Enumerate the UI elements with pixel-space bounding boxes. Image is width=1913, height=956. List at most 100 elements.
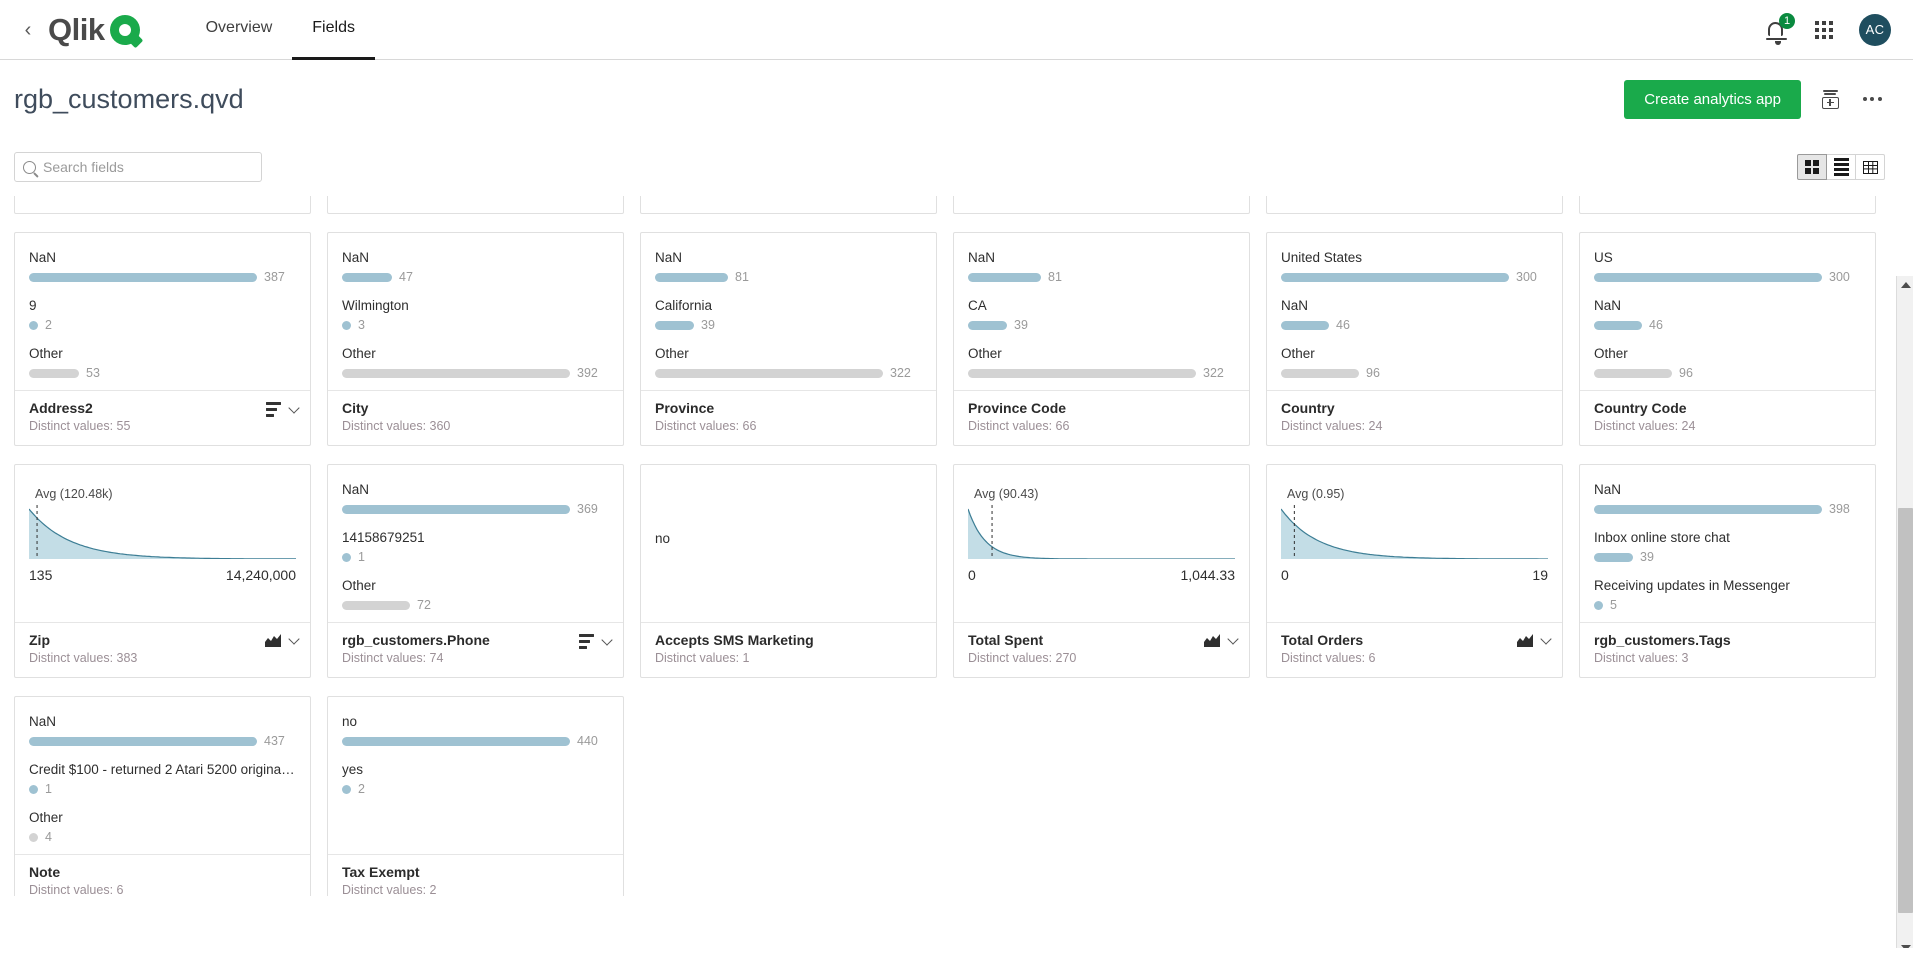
back-button[interactable]: ‹ <box>18 20 38 40</box>
value-bar <box>342 784 351 794</box>
distribution-chart-icon[interactable] <box>265 634 281 647</box>
field-card[interactable]: no 440 yes 2 Tax Exempt Distinct values: 2 <box>327 696 624 896</box>
chevron-down-icon[interactable] <box>1227 632 1239 645</box>
field-card-footer: Province Distinct values: 66 <box>641 390 936 445</box>
header-actions: Create analytics app <box>1624 79 1885 119</box>
card-footer-icons <box>1204 632 1239 647</box>
field-card-footer: rgb_customers.Phone Distinct values: 74 <box>328 622 623 677</box>
nav-tab-overview[interactable]: Overview <box>186 0 293 60</box>
value-row: 14158679251 1 <box>342 529 609 564</box>
distribution-max: 14,240,000 <box>225 567 296 583</box>
distribution-range: 0 1,044.33 <box>968 567 1235 583</box>
field-distinct-values: Distinct values: 74 <box>342 651 444 665</box>
value-bar-wrap: 96 <box>1594 366 1861 380</box>
field-card[interactable]: Distinct values: 21 <box>1266 196 1563 214</box>
create-analytics-app-button[interactable]: Create analytics app <box>1624 79 1801 119</box>
notifications-button[interactable]: 1 <box>1765 12 1795 45</box>
value-label: Receiving updates in Messenger <box>1594 578 1790 593</box>
distribution-min: 0 <box>968 567 976 583</box>
search-fields-box[interactable] <box>14 152 262 182</box>
field-card-body: no 440 yes 2 <box>328 697 623 854</box>
more-options-button[interactable] <box>1859 86 1885 112</box>
field-card-text: Address2 Distinct values: 55 <box>29 400 266 435</box>
value-bar <box>1594 504 1822 514</box>
distribution-chart-icon[interactable] <box>1204 634 1220 647</box>
field-card[interactable]: United States 300 NaN 46 Other 96 Country Disti… <box>1266 232 1563 446</box>
value-label: NaN <box>29 714 57 729</box>
nav-tab-fields[interactable]: Fields <box>292 0 375 60</box>
field-card[interactable]: NaN 81 CA 39 Other 322 Province Code Distinct v… <box>953 232 1250 446</box>
value-bar <box>968 320 1007 330</box>
bar-chart-icon[interactable] <box>579 634 594 650</box>
field-card[interactable]: Distinct values: 256 <box>14 196 311 214</box>
field-name: Zip <box>29 632 50 648</box>
field-card[interactable]: Avg (90.43) 0 1,044.33 Total Spent Distinct … <box>953 464 1250 678</box>
field-card[interactable]: NaN 398 Inbox online store chat 39 Receiving… <box>1579 464 1876 678</box>
value-row: NaN 47 <box>342 249 609 284</box>
value-bar-wrap: 2 <box>342 782 609 796</box>
bar-chart-icon[interactable] <box>266 402 281 418</box>
field-card[interactable]: NaN 387 9 2 Other 53 Address2 Distinct values: … <box>14 232 311 446</box>
field-card[interactable]: Avg (0.95) 0 19 Total Orders Distinct values… <box>1266 464 1563 678</box>
avatar[interactable]: AC <box>1859 13 1891 46</box>
vertical-scrollbar[interactable] <box>1896 276 1913 956</box>
field-card-text: Province Code Distinct values: 66 <box>968 400 1237 435</box>
field-card-body: Avg (0.95) 0 19 <box>1267 465 1562 622</box>
value-count: 1 <box>358 550 365 564</box>
value-bar-wrap: 369 <box>342 502 609 516</box>
chevron-down-icon[interactable] <box>288 401 300 414</box>
field-card[interactable]: Distinct values: 393 <box>1579 196 1876 214</box>
field-card[interactable]: no Accepts SMS Marketing Distinct values: … <box>640 464 937 678</box>
field-card-body: NaN 81 CA 39 Other 322 <box>954 233 1249 390</box>
value-bar-wrap: 39 <box>968 318 1235 332</box>
value-label: Inbox online store chat <box>1594 530 1730 545</box>
view-toggle-grid[interactable] <box>1797 154 1827 180</box>
field-card-footer: Total Spent Distinct values: 270 <box>954 622 1249 677</box>
view-toggle-list[interactable] <box>1826 154 1856 180</box>
value-bar-wrap: 81 <box>655 270 922 284</box>
value-count: 300 <box>1516 270 1537 284</box>
value-count: 4 <box>45 830 52 844</box>
value-label: Other <box>1281 346 1315 361</box>
value-count: 300 <box>1829 270 1850 284</box>
field-card[interactable]: Avg (120.48k) 135 14,240,000 Zip Distinct va… <box>14 464 311 678</box>
field-card-body: Avg (120.48k) 135 14,240,000 <box>15 465 310 622</box>
grid-view-icon <box>1805 160 1819 174</box>
value-bar <box>342 736 570 746</box>
value-bar-wrap: 2 <box>29 318 296 332</box>
value-bar <box>655 320 694 330</box>
field-card[interactable]: US 300 NaN 46 Other 96 Country Code Distinct va… <box>1579 232 1876 446</box>
distribution-chart-icon[interactable] <box>1517 634 1533 647</box>
distribution-max: 1,044.33 <box>1180 567 1236 583</box>
chevron-down-icon[interactable] <box>288 632 300 645</box>
view-toggle-group <box>1797 154 1885 180</box>
field-card[interactable]: NaN 47 Wilmington 3 Other 392 City Distinct val… <box>327 232 624 446</box>
value-label: NaN <box>968 250 996 265</box>
value-count: 47 <box>399 270 413 284</box>
field-card[interactable]: NaN 437 Credit $100 - returned 2 Atari 520… <box>14 696 311 896</box>
field-distinct-values: Distinct values: 383 <box>29 651 138 665</box>
field-card[interactable]: NaN 81 California 39 Other 322 Province Distinc… <box>640 232 937 446</box>
value-bar <box>1594 368 1672 378</box>
distribution-wrap: Avg (90.43) 0 1,044.33 <box>968 481 1235 583</box>
field-card-body: NaN 47 Wilmington 3 Other 392 <box>328 233 623 390</box>
field-card-text: Country Distinct values: 24 <box>1281 400 1550 435</box>
scroll-up-button[interactable] <box>1897 276 1913 293</box>
scrollbar-thumb[interactable] <box>1898 508 1913 913</box>
distribution-max: 19 <box>1532 567 1548 583</box>
app-launcher-icon[interactable] <box>1815 20 1833 39</box>
field-card[interactable]: Distinct values: 2 <box>953 196 1250 214</box>
navbar-right-actions: 1 AC <box>1765 12 1891 46</box>
field-card[interactable]: Distinct values: 408 <box>327 196 624 214</box>
add-to-collection-button[interactable] <box>1817 86 1843 112</box>
search-input[interactable] <box>43 159 253 175</box>
field-card[interactable]: Distinct values: 438 <box>640 196 937 214</box>
field-card[interactable]: NaN 369 14158679251 1 Other 72 rgb_customers.P… <box>327 464 624 678</box>
field-distinct-values: Distinct values: 270 <box>968 651 1077 665</box>
qlik-logo[interactable]: Qlik <box>48 14 140 45</box>
chevron-down-icon[interactable] <box>601 633 613 646</box>
view-toggle-table[interactable] <box>1855 154 1885 180</box>
chevron-down-icon[interactable] <box>1540 632 1552 645</box>
value-label: Other <box>342 346 376 361</box>
value-row: yes 2 <box>342 761 609 796</box>
